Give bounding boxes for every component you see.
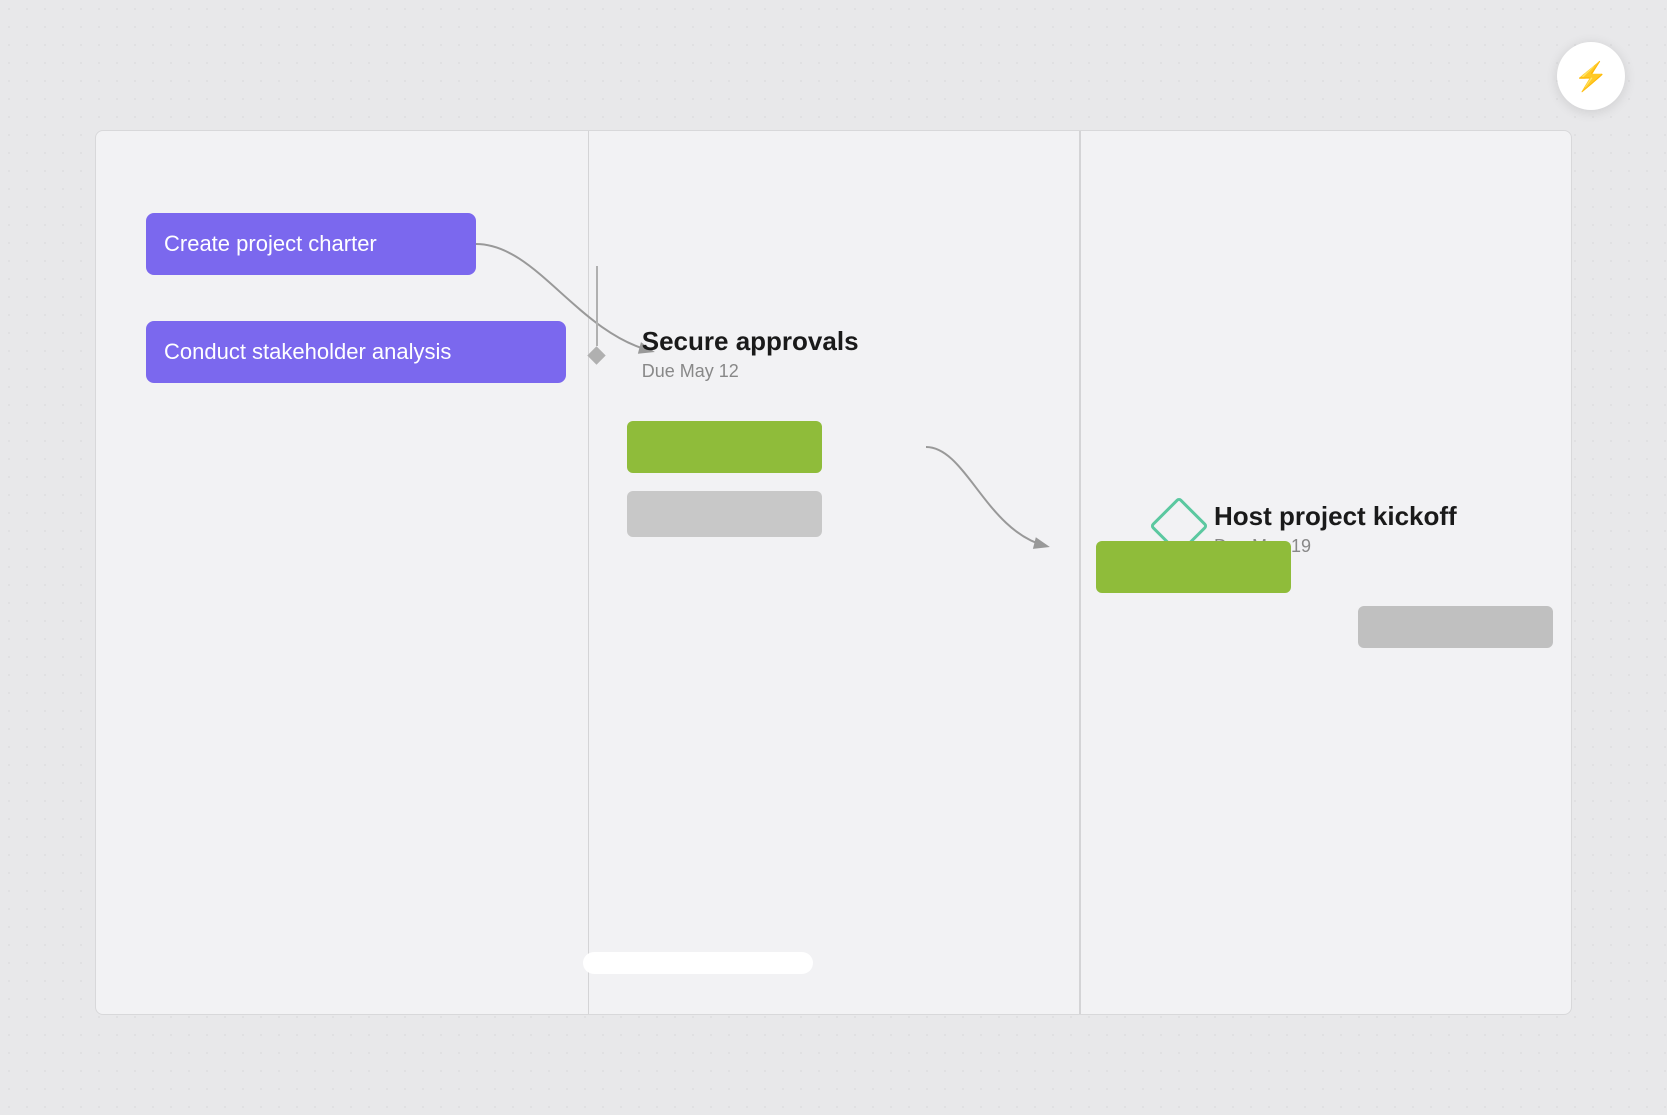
gray-bar-1[interactable] [627,491,822,537]
kickoff-title: Host project kickoff [1214,501,1457,532]
approval-milestone-diamond [587,346,605,364]
task-conduct-stakeholder-analysis-label: Conduct stakeholder analysis [164,339,451,365]
green-bar-2[interactable] [1096,541,1291,593]
column-divider-2 [1079,131,1081,1014]
green-bar-1[interactable] [627,421,822,473]
lightning-icon: ⚡ [1574,60,1609,93]
approval-title: Secure approvals [642,326,859,357]
task-create-project-charter-label: Create project charter [164,231,377,257]
approval-milestone-marker [590,266,603,362]
milestone-line [596,266,598,346]
gray-bar-2[interactable] [1358,606,1553,648]
approval-due: Due May 12 [642,361,859,382]
task-create-project-charter[interactable]: Create project charter [146,213,476,275]
gantt-chart: Create project charter Conduct stakehold… [95,130,1572,1015]
column-divider-1 [588,131,590,1014]
task-conduct-stakeholder-analysis[interactable]: Conduct stakeholder analysis [146,321,566,383]
lightning-button[interactable]: ⚡ [1557,42,1625,110]
approval-card: Secure approvals Due May 12 [642,326,859,382]
connector-bar1-kickoff [926,447,1046,546]
scroll-bar[interactable] [583,952,813,974]
